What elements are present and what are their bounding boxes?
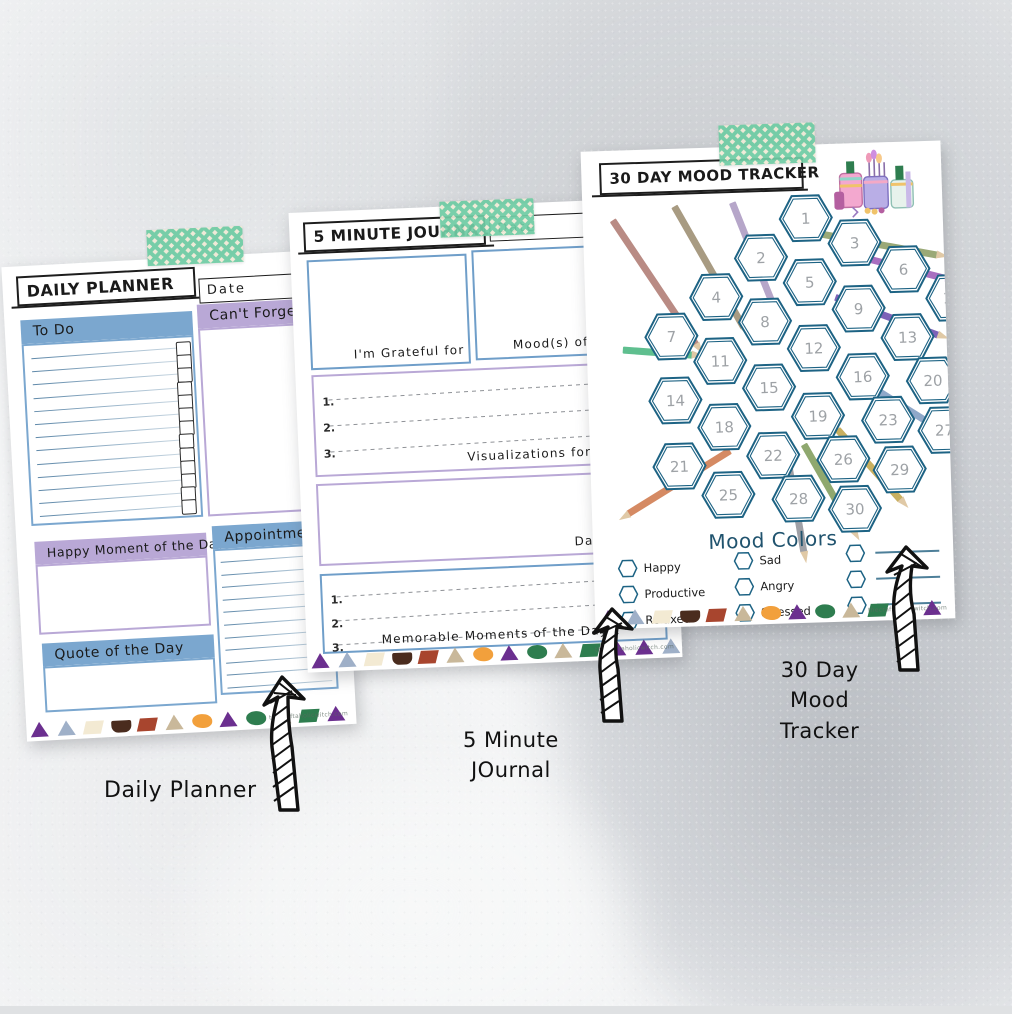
rule-line [38,491,194,505]
rule-line [36,439,191,452]
rule-line [33,386,188,400]
mood-legend-hex-icon[interactable] [733,551,754,571]
sticker-blob [760,605,782,621]
sticker-blob [191,713,213,729]
daily-planner-callout-label: Daily Planner [104,778,257,803]
hex-day-number: 14 [665,391,686,410]
journal-callout-label: 5 Minute JOurnal [463,728,559,783]
sticker-cupcake [680,610,701,623]
mood-legend-hex-icon[interactable] [617,559,638,578]
to-do-checkbox[interactable] [181,499,198,516]
mood-hex-day[interactable]: 21 [652,442,707,491]
mood-hex-day[interactable]: 25 [701,470,756,519]
rule-line [31,360,187,373]
mood-legend-hex-icon[interactable] [845,544,866,563]
list-number: 1. [322,395,335,409]
rule-line [38,478,193,492]
hex-day-number: 7 [666,327,677,346]
list-number: 1. [330,593,343,607]
rule-line [39,505,194,518]
sticker-triangle [218,711,238,728]
mood-legend-hex-icon[interactable] [846,570,867,589]
rule-line [32,373,187,387]
rule-line [31,346,186,360]
happy-moment-body[interactable] [35,555,212,635]
quote-body[interactable] [43,657,218,713]
mood-legend-hex-icon[interactable] [734,577,755,597]
rule-line [34,412,189,426]
rule-line [33,399,189,413]
mood-hex-grid[interactable]: 1234567891011121314151617181920212223242… [590,189,956,533]
sticker-triangle [57,719,76,736]
sticker-blob [472,646,494,662]
mood-hex-day[interactable]: 14 [648,376,703,425]
sticker-notebook [136,717,158,732]
sticker-notebook [651,610,673,624]
page-title: DAILY PLANNER [26,273,175,301]
sticker-cupcake [111,719,132,733]
mood-legend-label: Sad [759,552,782,568]
washi-tape-journal [439,198,535,238]
hex-day-number: 28 [788,489,809,508]
sticker-triangle [733,605,753,622]
mood-legend-label: Angry [760,578,795,594]
sticker-blob [814,604,836,619]
sticker-notebook [82,720,104,735]
date-label: Date [206,281,247,299]
journal-arrow [592,607,634,723]
sticker-triangle [164,714,184,731]
mood-legend-label: Productive [644,585,706,601]
mood-tracker-arrow [885,545,929,672]
mood-legend-row[interactable]: Sad [733,548,830,571]
sticker-triangle [787,603,807,620]
sticker-cupcake [392,652,413,666]
list-number: 2. [322,421,336,435]
mood-hex-day[interactable]: 7 [644,312,699,361]
list-number: 2. [331,617,344,631]
rule-line [36,452,192,466]
bottom-edge-bar [0,1006,1012,1014]
mood-legend-label: Happy [643,559,681,575]
mood-tracker-callout-label: 30 Day Mood Tracker [780,658,860,743]
sticker-triangle [499,644,519,661]
to-do-lines [24,337,201,524]
hex-day-number: 21 [669,457,690,476]
sticker-notebook [705,608,727,623]
sticker-triangle [553,642,573,659]
sticker-triangle [30,721,49,738]
sticker-triangle [841,602,861,618]
page-title: 30 DAY MOOD TRACKER [609,163,820,188]
sticker-notebook [363,652,385,667]
washi-tape-daily [146,225,244,267]
mood-hex-day[interactable]: 28 [771,474,826,523]
sticker-triangle [445,647,465,663]
sticker-notebook [417,650,439,665]
mood-legend-row[interactable]: Angry [734,574,831,597]
sticker-triangle [337,651,357,668]
mood-legend-row[interactable]: Happy [617,556,714,579]
daily-planner-title-box: DAILY PLANNER [15,266,197,307]
daily-planner-arrow [262,675,306,812]
sticker-blob [526,644,548,660]
hex-day-number: 25 [718,485,739,505]
washi-tape-mood [718,122,816,166]
rule-line [35,426,190,439]
rule-line [37,465,192,479]
